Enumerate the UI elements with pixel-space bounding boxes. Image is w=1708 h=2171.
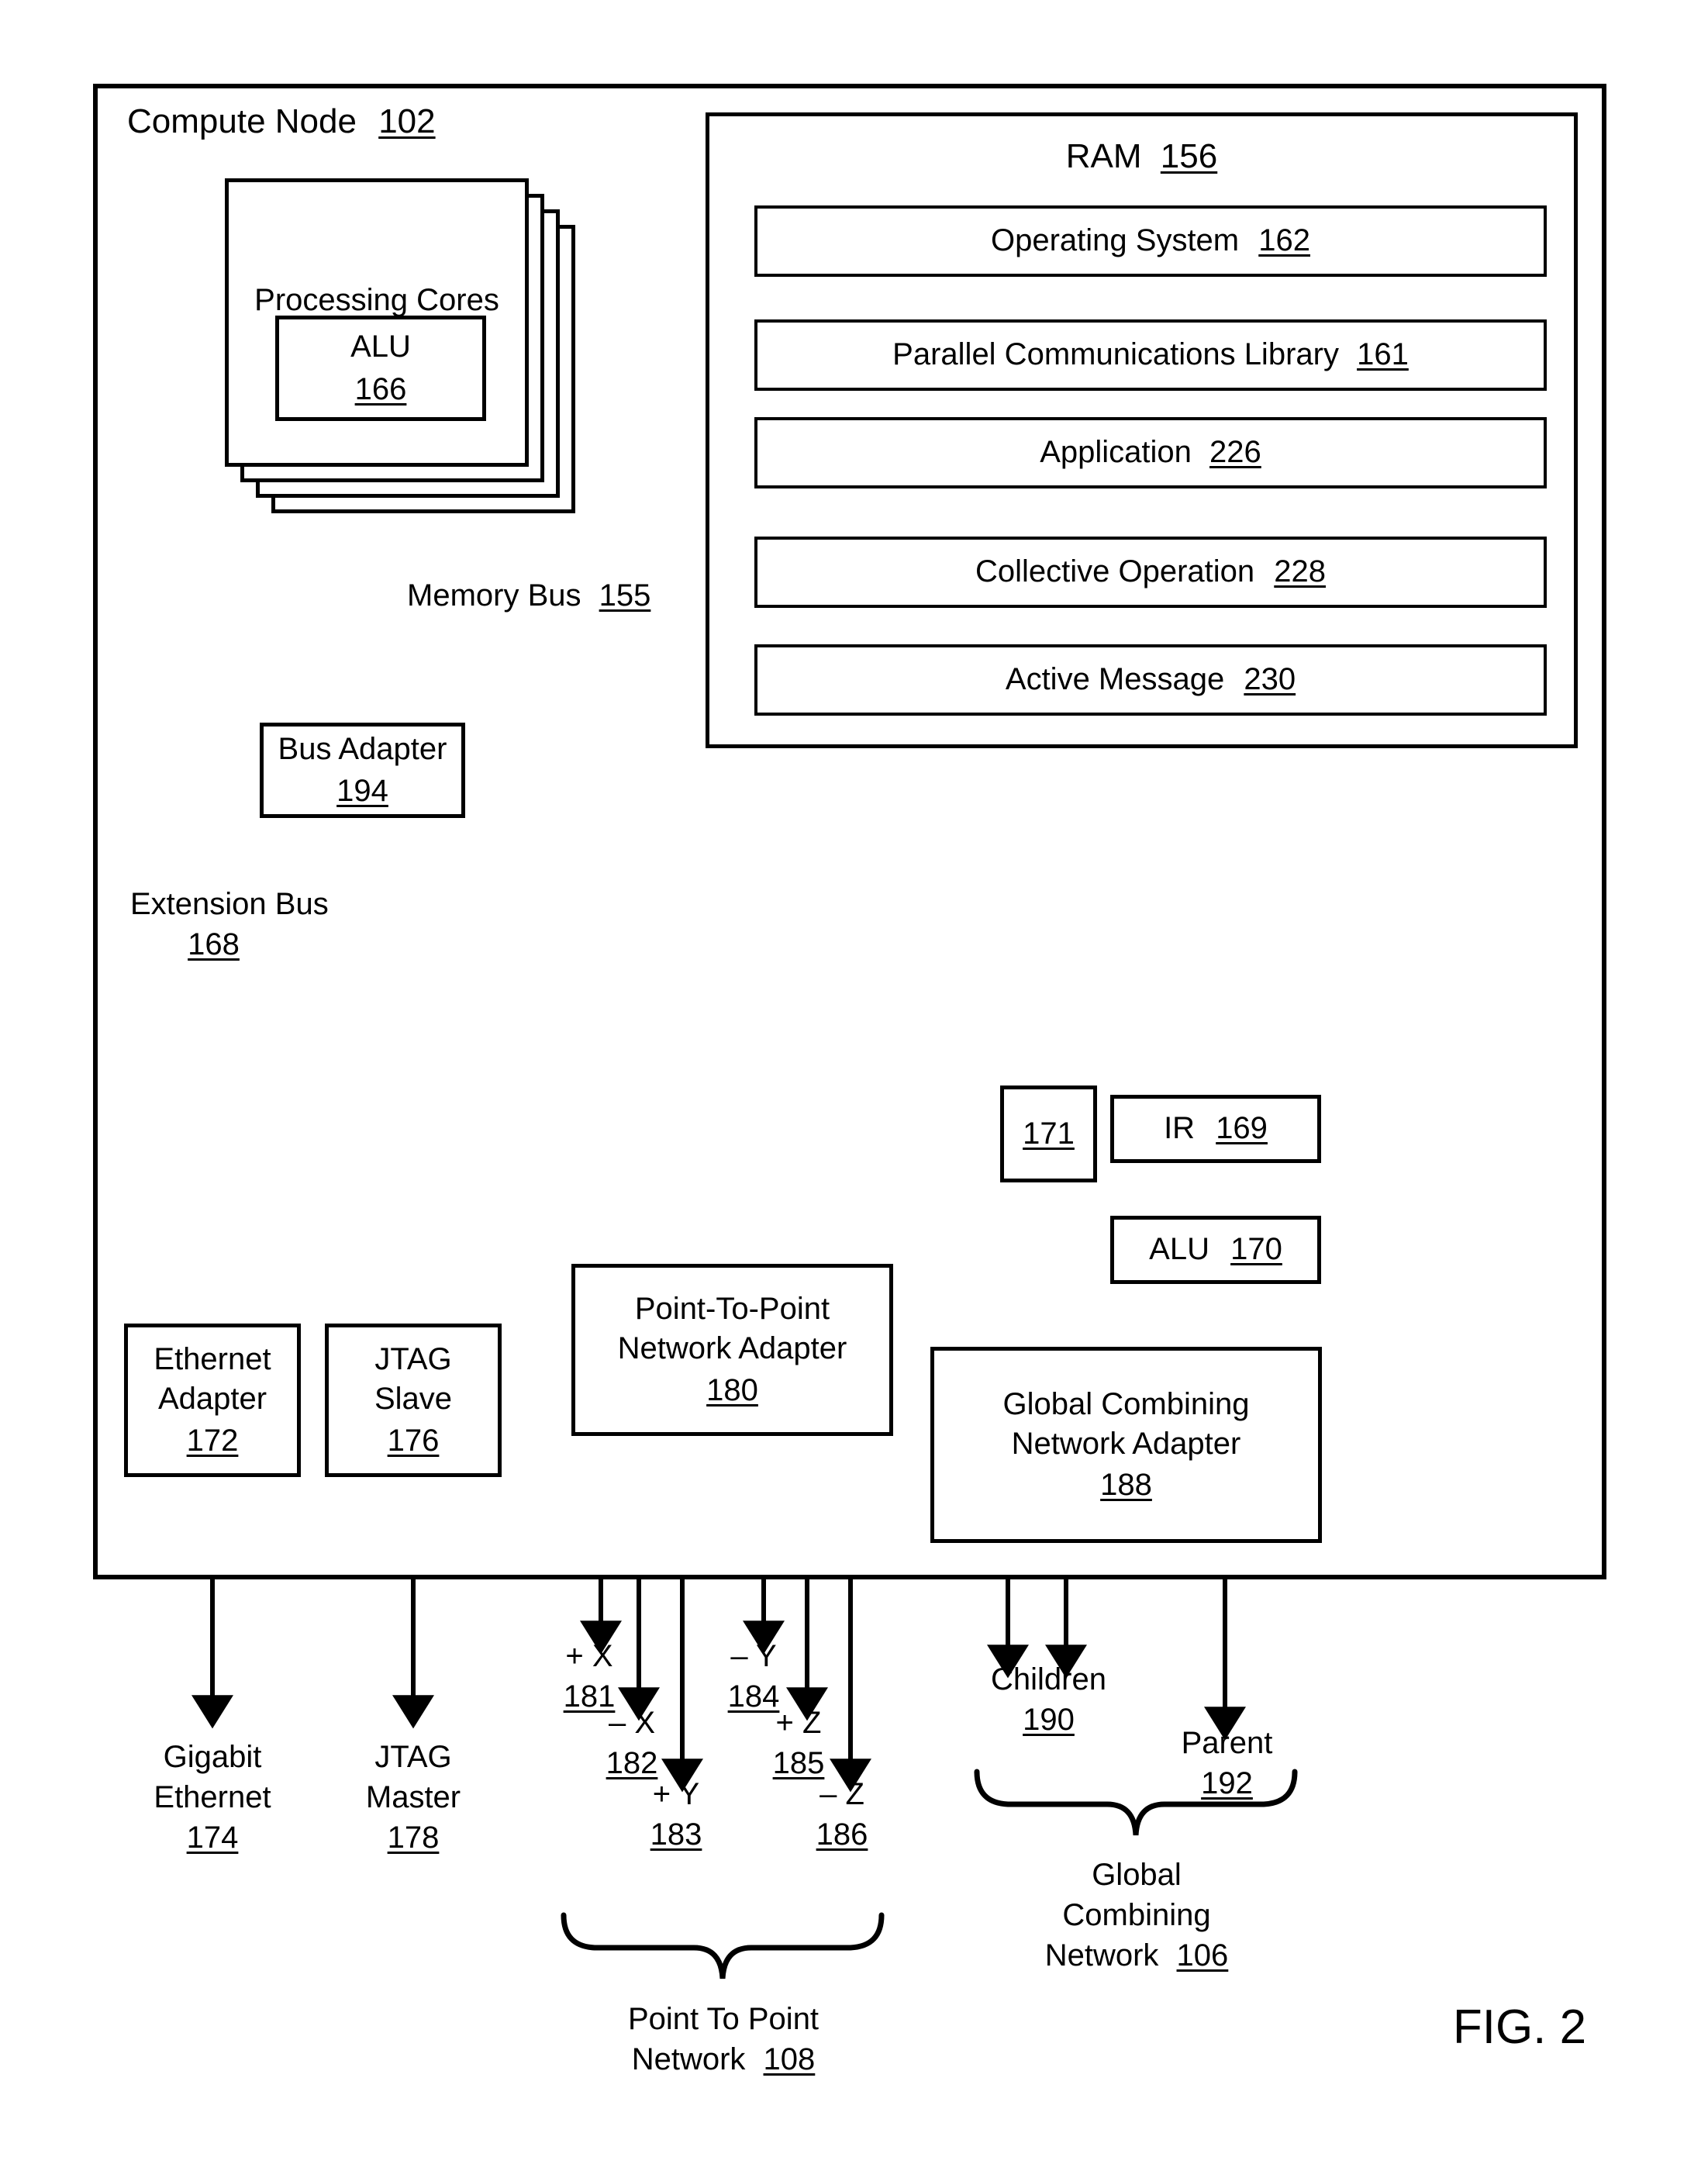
axis-plus-x-text: + X xyxy=(565,1639,613,1673)
axis-minus-z-ref: 186 xyxy=(816,1817,868,1852)
axis-plus-y-ref: 183 xyxy=(650,1817,702,1852)
alu-166-ref: 166 xyxy=(354,372,407,406)
gigabit-ethernet-line1: Gigabit xyxy=(163,1740,262,1774)
jtag-slave-ref: 176 xyxy=(387,1423,440,1458)
bus-adapter-ref: 194 xyxy=(336,773,388,808)
point-to-point-network-adapter-box[interactable]: Point-To-Point Network Adapter 180 xyxy=(571,1264,893,1436)
ptp-adapter-line1: Point-To-Point xyxy=(634,1292,830,1327)
extension-bus-ref: 168 xyxy=(188,927,240,961)
dma-controller-171-box[interactable]: 171 xyxy=(1000,1086,1097,1182)
ram-item-3-ref: 228 xyxy=(1274,554,1327,589)
axis-label-plus-z: + Z 185 xyxy=(752,1703,845,1783)
axis-label-plus-y: + Y 183 xyxy=(630,1774,723,1855)
ram-item-parallel-communications-library[interactable]: Parallel Communications Library 161 xyxy=(754,319,1547,391)
gcn-line3: Network xyxy=(1044,1938,1159,1973)
ram-item-4-ref: 230 xyxy=(1244,662,1296,697)
jtag-master-label: JTAG Master 178 xyxy=(319,1737,508,1858)
bus-adapter-box[interactable]: Bus Adapter 194 xyxy=(260,723,465,818)
figure-canvas: Compute Node 102 Processing Cores 165 AL… xyxy=(0,0,1708,2171)
memory-bus-label: Memory Bus 155 xyxy=(407,575,650,616)
ir-169-label: IR xyxy=(1164,1111,1196,1146)
ethernet-adapter-ref: 172 xyxy=(186,1423,239,1458)
gcn-line1: Global xyxy=(1092,1858,1182,1892)
processing-cores-title: Processing Cores xyxy=(254,282,499,317)
ram-item-active-message[interactable]: Active Message 230 xyxy=(754,644,1547,716)
ram-item-1-label: Parallel Communications Library xyxy=(892,337,1339,372)
jtag-slave-line1: JTAG xyxy=(374,1342,452,1377)
compute-node-title: Compute Node 102 xyxy=(127,99,436,143)
ram-ref: 156 xyxy=(1160,137,1218,175)
processing-cores-box[interactable]: Processing Cores 165 ALU 166 xyxy=(225,178,529,467)
gigabit-ethernet-ref: 174 xyxy=(186,1821,239,1855)
ram-item-collective-operation[interactable]: Collective Operation 228 xyxy=(754,537,1547,608)
ptp-network-line2-wrap: Network 108 xyxy=(622,2039,825,2080)
axis-plus-y-text: + Y xyxy=(652,1777,700,1811)
alu-170-ref: 170 xyxy=(1230,1232,1282,1267)
gcna-line2: Network Adapter xyxy=(1011,1426,1241,1461)
memory-bus-label-text: Memory Bus xyxy=(407,578,581,613)
alu-170-box[interactable]: ALU 170 xyxy=(1110,1216,1321,1284)
figure-label-text: FIG. 2 xyxy=(1452,2000,1587,2054)
alu-170-label: ALU xyxy=(1149,1232,1209,1267)
jtag-master-line2: Master xyxy=(365,1780,461,1814)
ram-item-2-ref: 226 xyxy=(1209,435,1261,470)
ethernet-adapter-line1: Ethernet xyxy=(154,1342,271,1377)
ram-item-0-label: Operating System xyxy=(990,223,1240,258)
children-label: Children 190 xyxy=(954,1659,1144,1740)
ram-item-3-label: Collective Operation xyxy=(975,554,1255,589)
jtag-master-line1: JTAG xyxy=(374,1740,452,1774)
global-combining-network-label: Global Combining Network 106 xyxy=(1035,1855,1238,1976)
ir-169-ref: 169 xyxy=(1216,1111,1268,1146)
ptp-network-ref: 108 xyxy=(763,2042,816,2076)
gcn-ref: 106 xyxy=(1176,1938,1229,1973)
figure-label: FIG. 2 xyxy=(1403,1997,1636,2059)
gigabit-ethernet-line2: Ethernet xyxy=(154,1780,271,1814)
children-ref: 190 xyxy=(1023,1703,1075,1737)
alu-166-box[interactable]: ALU 166 xyxy=(275,316,486,421)
axis-label-minus-x: – X 182 xyxy=(585,1703,678,1783)
memory-bus-ref: 155 xyxy=(599,578,651,613)
axis-plus-z-text: + Z xyxy=(775,1706,822,1740)
parent-label-text: Parent xyxy=(1181,1726,1273,1760)
compute-node-ref: 102 xyxy=(378,102,436,140)
parent-ref: 192 xyxy=(1201,1766,1253,1800)
ram-item-0-ref: 162 xyxy=(1258,223,1310,258)
bus-adapter-label: Bus Adapter xyxy=(278,732,447,767)
axis-label-minus-z: – Z 186 xyxy=(795,1774,889,1855)
ram-item-1-ref: 161 xyxy=(1357,337,1409,372)
parent-label: Parent 192 xyxy=(1132,1723,1322,1803)
gigabit-ethernet-label: Gigabit Ethernet 174 xyxy=(118,1737,307,1858)
ptp-network-line2: Network xyxy=(631,2042,746,2076)
jtag-master-ref: 178 xyxy=(387,1821,440,1855)
ptp-adapter-ref: 180 xyxy=(706,1372,758,1407)
ir-169-box[interactable]: IR 169 xyxy=(1110,1095,1321,1163)
ptp-adapter-line2: Network Adapter xyxy=(617,1331,847,1366)
children-label-text: Children xyxy=(991,1662,1106,1696)
gcna-ref: 188 xyxy=(1100,1468,1152,1503)
ram-title-label: RAM xyxy=(1065,137,1142,175)
gcn-line2: Combining xyxy=(1062,1898,1211,1932)
extension-bus-label: Extension Bus 168 xyxy=(130,884,386,965)
dma-controller-171-ref: 171 xyxy=(1023,1116,1075,1151)
gcn-line3-wrap: Network 106 xyxy=(1035,1935,1238,1976)
extension-bus-label-text: Extension Bus xyxy=(130,887,329,921)
gcna-line1: Global Combining xyxy=(1002,1386,1250,1421)
jtag-slave-box[interactable]: JTAG Slave 176 xyxy=(325,1324,502,1477)
alu-166-label: ALU xyxy=(350,329,411,364)
compute-node-title-label: Compute Node xyxy=(127,102,357,140)
ethernet-adapter-line2: Adapter xyxy=(157,1382,267,1417)
global-combining-network-adapter-box[interactable]: Global Combining Network Adapter 188 xyxy=(930,1347,1322,1543)
axis-minus-x-text: – X xyxy=(608,1706,656,1740)
ram-item-application[interactable]: Application 226 xyxy=(754,417,1547,488)
jtag-slave-line2: Slave xyxy=(374,1382,453,1417)
ram-item-operating-system[interactable]: Operating System 162 xyxy=(754,205,1547,277)
ptp-network-line1: Point To Point xyxy=(627,2002,819,2036)
point-to-point-network-label: Point To Point Network 108 xyxy=(622,1999,825,2080)
ram-title: RAM 156 xyxy=(1066,135,1217,178)
ram-item-2-label: Application xyxy=(1040,435,1192,470)
axis-minus-z-text: – Z xyxy=(819,1777,864,1811)
axis-minus-y-text: – Y xyxy=(730,1639,777,1673)
ethernet-adapter-box[interactable]: Ethernet Adapter 172 xyxy=(124,1324,301,1477)
ram-item-4-label: Active Message xyxy=(1005,662,1225,697)
